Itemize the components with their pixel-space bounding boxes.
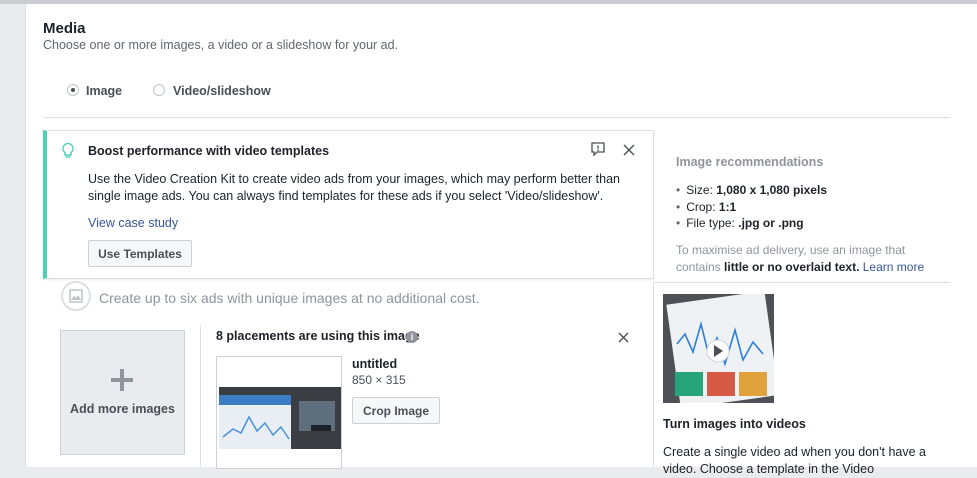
radio-image[interactable] bbox=[67, 84, 79, 96]
recommendations-note: To maximise ad delivery, use an image th… bbox=[676, 242, 936, 276]
plus-icon bbox=[111, 369, 133, 391]
file-name: untitled bbox=[352, 357, 398, 371]
view-case-study-link[interactable]: View case study bbox=[88, 216, 178, 230]
recommendations-list: Size: 1,080 x 1,080 pixels Crop: 1:1 Fil… bbox=[676, 182, 827, 232]
radio-video-slideshow[interactable] bbox=[153, 84, 165, 96]
section-subtitle: Choose one or more images, a video or a … bbox=[43, 38, 399, 52]
multi-ads-hint: Create up to six ads with unique images … bbox=[99, 290, 480, 306]
thumbnail-image bbox=[219, 387, 341, 449]
info-icon[interactable]: i bbox=[406, 331, 418, 343]
learn-more-link[interactable]: Learn more bbox=[863, 260, 924, 274]
image-icon bbox=[61, 281, 91, 311]
recommendation-filetype: File type: .jpg or .png bbox=[676, 215, 827, 232]
rec-label: File type: bbox=[686, 216, 735, 230]
lightbulb-icon bbox=[60, 142, 76, 165]
rec-note-bold: little or no overlaid text. bbox=[724, 260, 860, 274]
close-icon[interactable] bbox=[623, 143, 635, 161]
video-promo-title: Turn images into videos bbox=[663, 417, 806, 431]
recommendations-title: Image recommendations bbox=[676, 155, 824, 169]
add-more-images-button[interactable]: Add more images bbox=[60, 330, 185, 455]
radio-video-slideshow-label[interactable]: Video/slideshow bbox=[173, 84, 271, 98]
notice-body: Use the Video Creation Kit to create vid… bbox=[88, 172, 620, 203]
remove-image-icon[interactable] bbox=[618, 330, 629, 348]
crop-image-button[interactable]: Crop Image bbox=[352, 397, 440, 424]
notice-title: Boost performance with video templates bbox=[88, 144, 330, 158]
feedback-icon[interactable] bbox=[590, 141, 606, 162]
right-column-divider bbox=[653, 282, 654, 467]
right-divider bbox=[653, 282, 950, 283]
use-templates-button[interactable]: Use Templates bbox=[88, 240, 192, 267]
add-more-images-label: Add more images bbox=[70, 402, 175, 416]
video-promo-image[interactable] bbox=[663, 294, 774, 403]
recommendation-size: Size: 1,080 x 1,080 pixels bbox=[676, 182, 827, 199]
rec-label: Crop: bbox=[686, 199, 716, 214]
rec-label: Size: bbox=[686, 183, 713, 197]
rec-value: 1,080 x 1,080 pixels bbox=[716, 183, 827, 197]
media-divider bbox=[200, 325, 201, 467]
divider bbox=[43, 117, 950, 118]
recommendation-crop: Crop: 1:1 bbox=[676, 199, 827, 216]
video-promo-body: Create a single video ad when you don't … bbox=[663, 445, 926, 476]
section-title: Media bbox=[43, 20, 86, 37]
rec-value: 1:1 bbox=[718, 199, 737, 214]
file-dimensions: 850 × 315 bbox=[352, 373, 406, 387]
image-thumbnail[interactable] bbox=[216, 356, 342, 469]
rec-value: .jpg or .png bbox=[738, 216, 804, 230]
radio-image-label[interactable]: Image bbox=[86, 84, 122, 98]
placements-text: 8 placements are using this image bbox=[216, 329, 420, 343]
